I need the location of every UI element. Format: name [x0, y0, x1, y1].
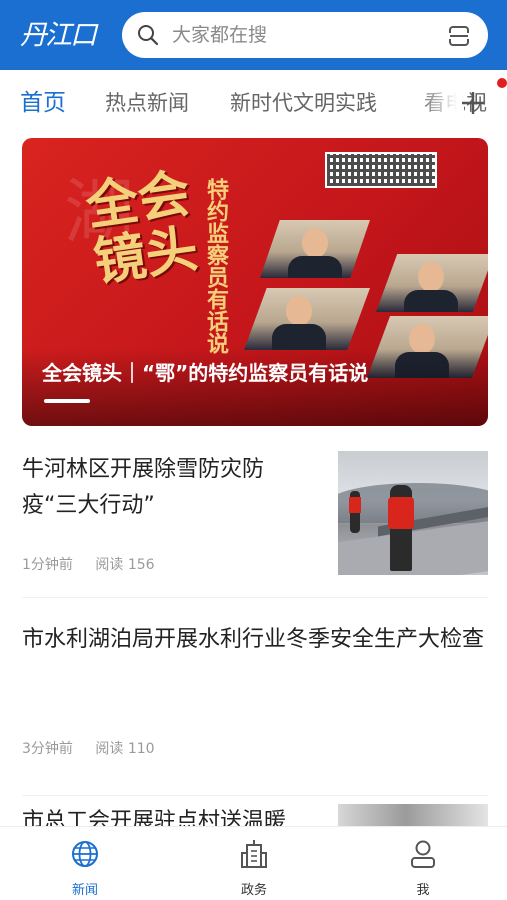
- tab-home[interactable]: 首页: [20, 88, 66, 118]
- news-time: 1分钟前: [22, 557, 73, 573]
- tab-government[interactable]: 政务: [194, 827, 314, 900]
- news-title: 市水利湖泊局开展水利行业冬季安全生产大检查: [22, 627, 485, 652]
- tab-news[interactable]: 新闻: [25, 827, 145, 900]
- app-header: 丹江口 大家都在搜: [0, 0, 507, 70]
- tab-me[interactable]: 我: [363, 827, 483, 900]
- banner-photo: [260, 220, 370, 278]
- news-meta: 3分钟前 阅读 110: [22, 738, 173, 758]
- tab-civilization-practice[interactable]: 新时代文明实践: [230, 88, 377, 118]
- banner-photo: [376, 254, 488, 312]
- bottom-tab-bar: 新闻 政务 我: [0, 826, 507, 900]
- search-placeholder: 大家都在搜: [172, 24, 268, 46]
- banner-photo: [244, 288, 370, 350]
- banner-art-subtitle: 特约监察员有话说: [203, 178, 229, 354]
- tab-label: 政务: [240, 883, 267, 898]
- tab-hot-news[interactable]: 热点新闻: [105, 88, 189, 118]
- headline-banner[interactable]: 湖 全会镜头 特约监察员有话说 全会镜头｜“鄂”的特约监察员有话说: [22, 138, 488, 426]
- news-thumbnail: [338, 451, 488, 575]
- news-meta: 1分钟前 阅读 156: [22, 554, 173, 574]
- news-reads: 阅读 156: [95, 557, 155, 573]
- channel-tabs: 首页 热点新闻 新时代文明实践 看电视: [0, 70, 507, 138]
- tab-label: 新闻: [71, 883, 98, 898]
- search-icon: [138, 25, 159, 46]
- carousel-indicator: [44, 399, 90, 403]
- search-bar[interactable]: 大家都在搜: [122, 12, 488, 58]
- scan-icon[interactable]: [447, 24, 471, 48]
- globe-icon: [72, 841, 98, 867]
- add-channel-icon[interactable]: [458, 88, 488, 118]
- news-item[interactable]: 市水利湖泊局开展水利行业冬季安全生产大检查 3分钟前 阅读 110: [22, 606, 488, 796]
- app-logo[interactable]: 丹江口: [20, 18, 106, 54]
- notification-dot: [497, 78, 507, 88]
- building-icon: [241, 840, 267, 868]
- banner-caption: 全会镜头｜“鄂”的特约监察员有话说: [42, 361, 369, 385]
- news-title: 牛河林区开展除雪防灾防疫“三大行动”: [22, 457, 265, 518]
- tab-label: 我: [416, 883, 430, 898]
- qr-code: [325, 152, 437, 188]
- news-time: 3分钟前: [22, 741, 73, 757]
- banner-art-title: 全会镜头: [82, 162, 202, 294]
- news-reads: 阅读 110: [95, 741, 155, 757]
- user-icon: [411, 840, 435, 868]
- news-item[interactable]: 牛河林区开展除雪防灾防疫“三大行动” 1分钟前 阅读 156: [22, 438, 488, 598]
